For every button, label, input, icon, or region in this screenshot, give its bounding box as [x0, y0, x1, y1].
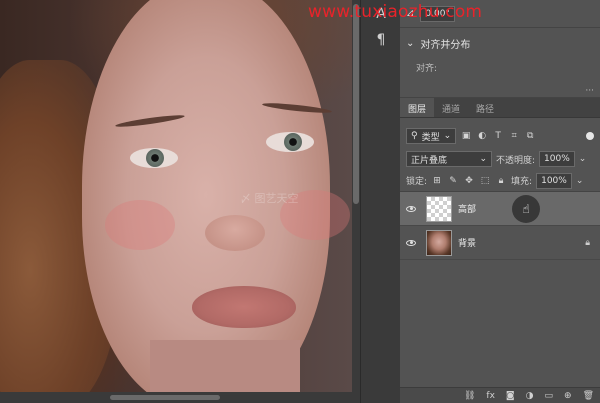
tab-channels[interactable]: 通道 — [434, 98, 468, 117]
fill-input[interactable]: 100% — [536, 172, 572, 189]
layer-row-highlight[interactable]: 高部 ☝ — [400, 192, 600, 226]
site-watermark: www.tuxiaozhu.com — [308, 2, 483, 22]
horizontal-scrollbar[interactable] — [0, 392, 360, 403]
vertical-scroll-thumb[interactable] — [353, 4, 359, 204]
chevron-down-icon: ⌄ — [443, 131, 452, 141]
canvas-area[interactable]: 〆 图艺天空 — [0, 0, 360, 403]
visibility-eye-icon[interactable] — [400, 239, 422, 246]
chevron-down-icon[interactable]: ⌄ — [579, 154, 587, 164]
nose-region — [205, 215, 265, 251]
horizontal-scroll-thumb[interactable] — [110, 395, 220, 400]
layers-footer: ⛓ fx ◙ ◑ ▭ ⊕ 🗑︎ — [400, 387, 600, 403]
type-filter-icon[interactable]: T — [492, 130, 504, 142]
pixel-filter-icon[interactable]: ▣ — [460, 130, 472, 142]
tab-layers[interactable]: 图层 — [400, 98, 435, 117]
layer-filter-row: ⚲ 类型 ⌄ ▣ ◐ T ⌗ ⧉ — [400, 124, 600, 148]
fill-value: 100% — [541, 175, 567, 186]
lock-transparent-icon[interactable]: ⊞ — [431, 175, 443, 187]
lock-artboard-icon[interactable]: ⬚ — [479, 175, 491, 187]
blend-mode-select[interactable]: 正片叠底 ⌄ — [406, 151, 492, 167]
canvas-watermark: 〆 图艺天空 — [240, 192, 299, 205]
chevron-down-icon: ⌄ — [479, 154, 487, 164]
filter-toggle-icon[interactable] — [586, 132, 594, 140]
filter-kind-select[interactable]: ⚲ 类型 ⌄ — [406, 128, 457, 144]
adjustment-icon[interactable]: ◑ — [526, 391, 534, 401]
neck-region — [150, 340, 300, 392]
layers-panel: 图层 通道 路径 ⚲ 类型 ⌄ ▣ ◐ T ⌗ ⧉ 正片叠底 ⌄ 不透明度: 1 — [400, 98, 600, 403]
layer-row-background[interactable]: 背景 🔒︎ — [400, 226, 600, 260]
layer-thumbnail — [426, 195, 452, 222]
left-eye — [130, 148, 178, 168]
link-icon[interactable]: ⛓ — [464, 391, 475, 401]
fx-icon[interactable]: fx — [486, 391, 495, 401]
tab-paths[interactable]: 路径 — [468, 98, 502, 117]
smart-object-filter-icon[interactable]: ⧉ — [524, 130, 536, 142]
chevron-down-icon[interactable]: ⌄ — [576, 176, 584, 186]
layers-tab-bar: 图层 通道 路径 — [400, 98, 600, 118]
lock-row: 锁定: ⊞ ✎ ✥ ⬚ 🔒︎ 填充: 100% ⌄ — [400, 170, 600, 192]
new-layer-icon[interactable]: ⊕ — [564, 391, 572, 401]
filter-kind-label: 类型 — [421, 132, 440, 143]
opacity-value: 100% — [544, 154, 570, 164]
panel-dock-strip: A ¶ — [360, 0, 400, 403]
vertical-scrollbar[interactable] — [352, 0, 360, 392]
blend-mode-label: 正片叠底 — [411, 155, 448, 166]
group-icon[interactable]: ▭ — [545, 391, 554, 401]
collapse-chevron-icon[interactable]: ⌄ — [406, 38, 414, 49]
visibility-eye-icon[interactable] — [400, 205, 422, 212]
opacity-input[interactable]: 100% — [539, 151, 575, 167]
layer-thumbnail — [426, 229, 452, 256]
mouth-region — [192, 286, 296, 328]
adjustment-filter-icon[interactable]: ◐ — [476, 130, 488, 142]
fill-label: 填充: — [511, 177, 533, 187]
lock-all-icon[interactable]: 🔒︎ — [495, 175, 507, 187]
search-icon: ⚲ — [411, 131, 418, 141]
trash-icon[interactable]: 🗑︎ — [583, 391, 594, 401]
mask-icon[interactable]: ◙ — [506, 391, 515, 401]
more-options-icon[interactable]: ··· — [406, 86, 594, 96]
paragraph-icon[interactable]: ¶ — [371, 32, 391, 50]
align-title: 对齐并分布 — [420, 40, 471, 51]
hand-cursor-icon: ☝ — [512, 195, 540, 223]
shape-filter-icon[interactable]: ⌗ — [508, 130, 520, 142]
align-label: 对齐: — [416, 64, 438, 74]
lock-image-icon[interactable]: ✎ — [447, 175, 459, 187]
right-panels: ⊿ 0.00° ⌄ 对齐并分布 对齐: ··· 图层 通道 路径 ⚲ 类型 ⌄ … — [400, 0, 600, 403]
left-cheek — [105, 200, 175, 250]
lock-position-icon[interactable]: ✥ — [463, 175, 475, 187]
layer-name: 高部 — [458, 205, 477, 215]
portrait-photo[interactable]: 〆 图艺天空 — [0, 0, 352, 392]
align-distribute-panel: ⌄ 对齐并分布 对齐: ··· — [400, 28, 600, 98]
lock-icon: 🔒︎ — [585, 237, 590, 248]
opacity-label: 不透明度: — [496, 155, 536, 166]
right-eye — [266, 132, 314, 152]
layer-name: 背景 — [458, 239, 477, 249]
align-title-row[interactable]: ⌄ 对齐并分布 — [406, 36, 594, 51]
lock-label: 锁定: — [406, 177, 428, 187]
blend-row: 正片叠底 ⌄ 不透明度: 100% ⌄ — [400, 148, 600, 170]
